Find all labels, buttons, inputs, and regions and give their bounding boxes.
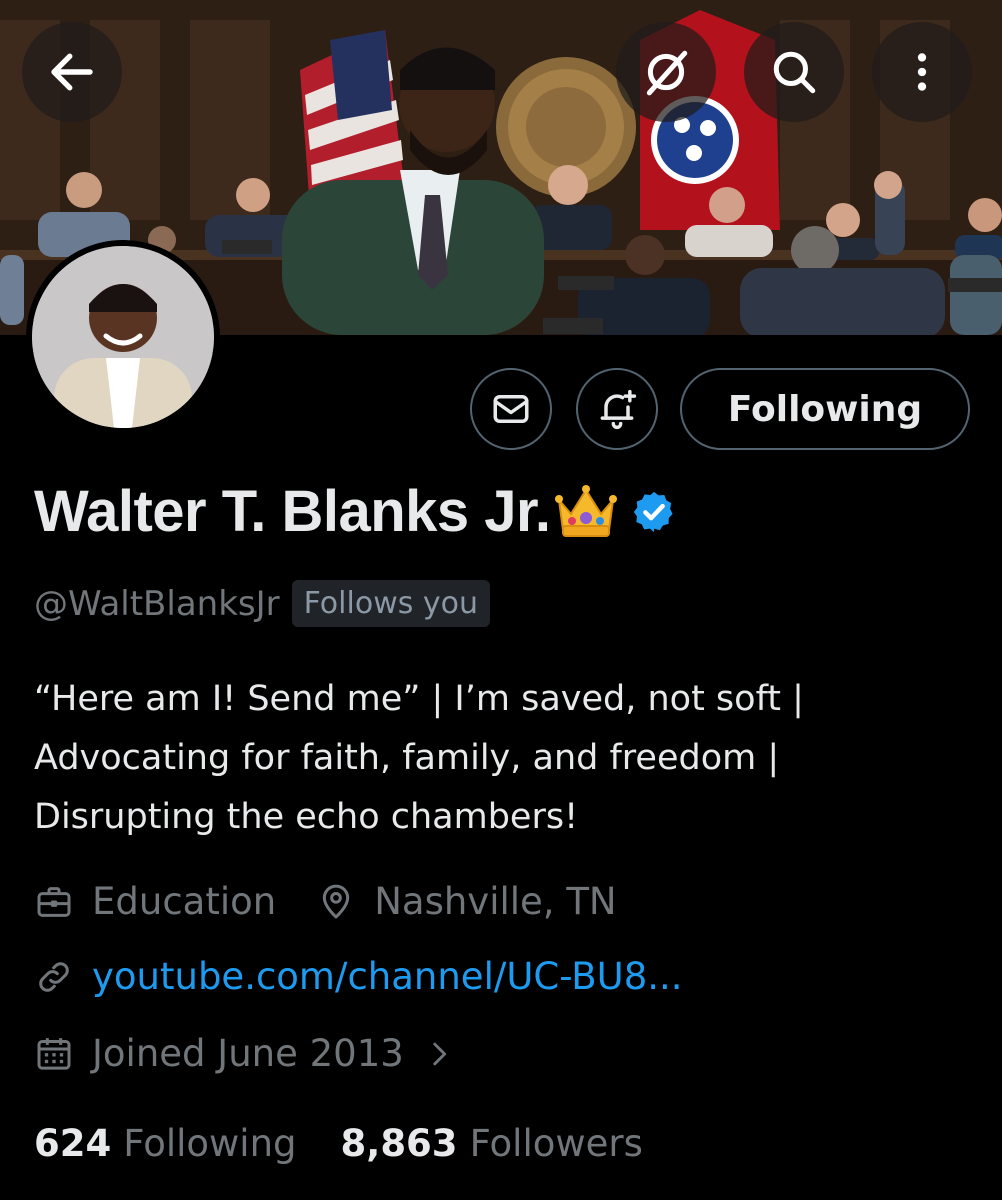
username-handle: @WaltBlanksJr [34, 583, 280, 624]
message-button[interactable] [470, 368, 552, 450]
location-text: Nashville, TN [374, 880, 617, 923]
link-icon [39, 961, 69, 992]
followers-stat-label: Followers [469, 1122, 643, 1165]
envelope-icon [493, 395, 529, 423]
search-button[interactable] [744, 22, 844, 122]
search-icon [773, 51, 816, 94]
back-button[interactable] [22, 22, 122, 122]
chevron-right-icon [433, 1042, 446, 1065]
profile-bio: “Here am I! Send me” | I’m saved, not so… [34, 679, 804, 837]
website-link[interactable]: youtube.com/channel/UC-BU8... [92, 955, 683, 998]
follow-stats: 624 Following 8,863 Followers [34, 1122, 687, 1165]
following-button[interactable]: Following [680, 368, 970, 450]
followers-count: 8,863 [340, 1122, 458, 1165]
display-name: Walter T. Blanks Jr. [34, 479, 551, 544]
followers-count-link[interactable]: 8,863 Followers [341, 1122, 643, 1165]
briefcase-icon [37, 886, 71, 917]
profile-category: Education [34, 880, 276, 923]
arrow-left-icon [51, 53, 93, 91]
crown-emoji [554, 484, 617, 537]
location-pin-icon [323, 884, 350, 918]
profile-joined-row[interactable]: Joined June 2013 [34, 1032, 456, 1075]
profile-website-row: youtube.com/channel/UC-BU8... [34, 955, 683, 998]
joined-date-text: Joined June 2013 [92, 1032, 404, 1075]
following-count-link[interactable]: 624 Following [34, 1122, 297, 1165]
category-text: Education [92, 880, 277, 923]
more-vertical-icon [917, 53, 927, 91]
verified-badge-icon[interactable] [631, 489, 677, 535]
calendar-icon [37, 1037, 71, 1070]
following-stat-label: Following [123, 1122, 297, 1165]
avatar[interactable] [26, 240, 220, 434]
profile-meta-row: Education Nashville, TN [34, 880, 657, 923]
bell-plus-icon [600, 389, 637, 430]
grok-icon [646, 50, 688, 96]
name-row: Walter T. Blanks Jr. [34, 478, 677, 545]
following-count: 624 [34, 1122, 112, 1165]
profile-page: Following Walter T. Blanks Jr. @WaltBlan… [0, 0, 1002, 1200]
notifications-button[interactable] [576, 368, 658, 450]
follows-you-badge: Follows you [291, 580, 491, 627]
handle-row: @WaltBlanksJr Follows you [34, 580, 491, 627]
grok-button[interactable] [616, 22, 716, 122]
profile-location: Nashville, TN [316, 880, 617, 923]
more-options-button[interactable] [872, 22, 972, 122]
avatar-photo [32, 246, 214, 428]
